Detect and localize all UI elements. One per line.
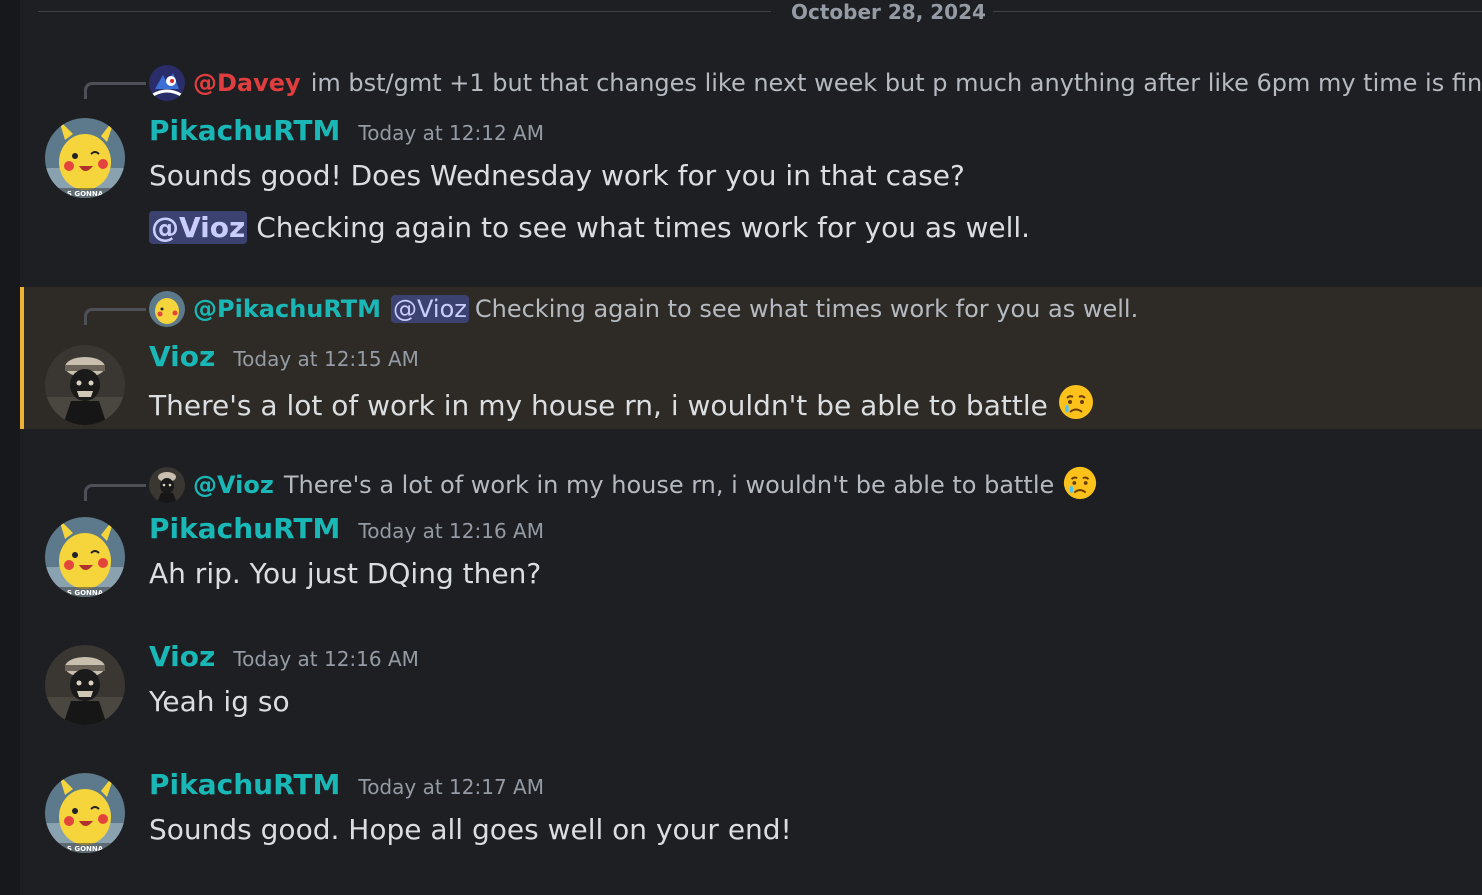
reply-preview[interactable]: @Davey im bst/gmt +1 but that changes li… [149,65,1482,101]
username[interactable]: Vioz [149,340,215,373]
date-divider-label: October 28, 2024 [791,0,986,24]
reply-author[interactable]: @Davey [193,69,301,97]
reply-text: im bst/gmt +1 but that changes like next… [310,69,1482,97]
message-text: Sounds good! Does Wednesday work for you… [149,159,965,192]
username[interactable]: Vioz [149,640,215,673]
message-text: Sounds good. Hope all goes well on your … [149,813,792,846]
reply-spine [84,308,146,325]
username[interactable]: PikachuRTM [149,768,340,801]
reply-preview[interactable]: @PikachuRTM @Vioz Checking again to see … [149,291,1139,327]
message-header: PikachuRTM Today at 12:17 AM [149,768,544,804]
timestamp: Today at 12:16 AM [358,519,544,543]
sad-but-relieved-face-icon [1057,383,1095,431]
timestamp: Today at 12:17 AM [358,775,544,799]
reply-author[interactable]: @Vioz [193,471,274,499]
reply-author[interactable]: @PikachuRTM [193,295,381,323]
date-divider: October 28, 2024 [38,0,1482,24]
username[interactable]: PikachuRTM [149,512,340,545]
davey-avatar [149,65,185,101]
message-text: Yeah ig so [149,685,290,718]
pikachu-mini-avatar [149,291,185,327]
timestamp: Today at 12:16 AM [233,647,419,671]
reply-text: There's a lot of work in my house rn, i … [283,471,1055,499]
reply-spine [84,82,146,99]
timestamp: Today at 12:15 AM [233,347,419,371]
channel-sidebar-edge [0,0,20,895]
message-header: PikachuRTM Today at 12:12 AM [149,114,544,150]
user-mention[interactable]: @Vioz [391,295,469,323]
avatar[interactable]: S GONNA [45,773,125,853]
message-text: There's a lot of work in my house rn, i … [149,383,1095,431]
svg-text:S GONNA: S GONNA [67,845,104,853]
svg-text:S GONNA: S GONNA [67,589,104,597]
vioz-mini-avatar [149,467,185,503]
svg-text:S GONNA: S GONNA [67,190,104,198]
reply-spine [84,484,146,501]
avatar[interactable] [45,645,125,725]
avatar[interactable]: S GONNA [45,517,125,597]
user-mention[interactable]: @Vioz [149,211,248,244]
message-text: Ah rip. You just DQing then? [149,557,542,590]
message-header: Vioz Today at 12:15 AM [149,340,419,376]
reply-text: Checking again to see what times work fo… [474,295,1139,323]
timestamp: Today at 12:12 AM [358,121,544,145]
message-header: PikachuRTM Today at 12:16 AM [149,512,544,548]
reply-preview[interactable]: @Vioz There's a lot of work in my house … [149,465,1098,505]
avatar[interactable]: S GONNA [45,118,125,198]
message-header: Vioz Today at 12:16 AM [149,640,419,676]
username[interactable]: PikachuRTM [149,114,340,147]
sad-but-relieved-face-icon [1062,465,1098,505]
avatar[interactable] [45,345,125,425]
message-text: @Vioz Checking again to see what times w… [149,211,1031,244]
